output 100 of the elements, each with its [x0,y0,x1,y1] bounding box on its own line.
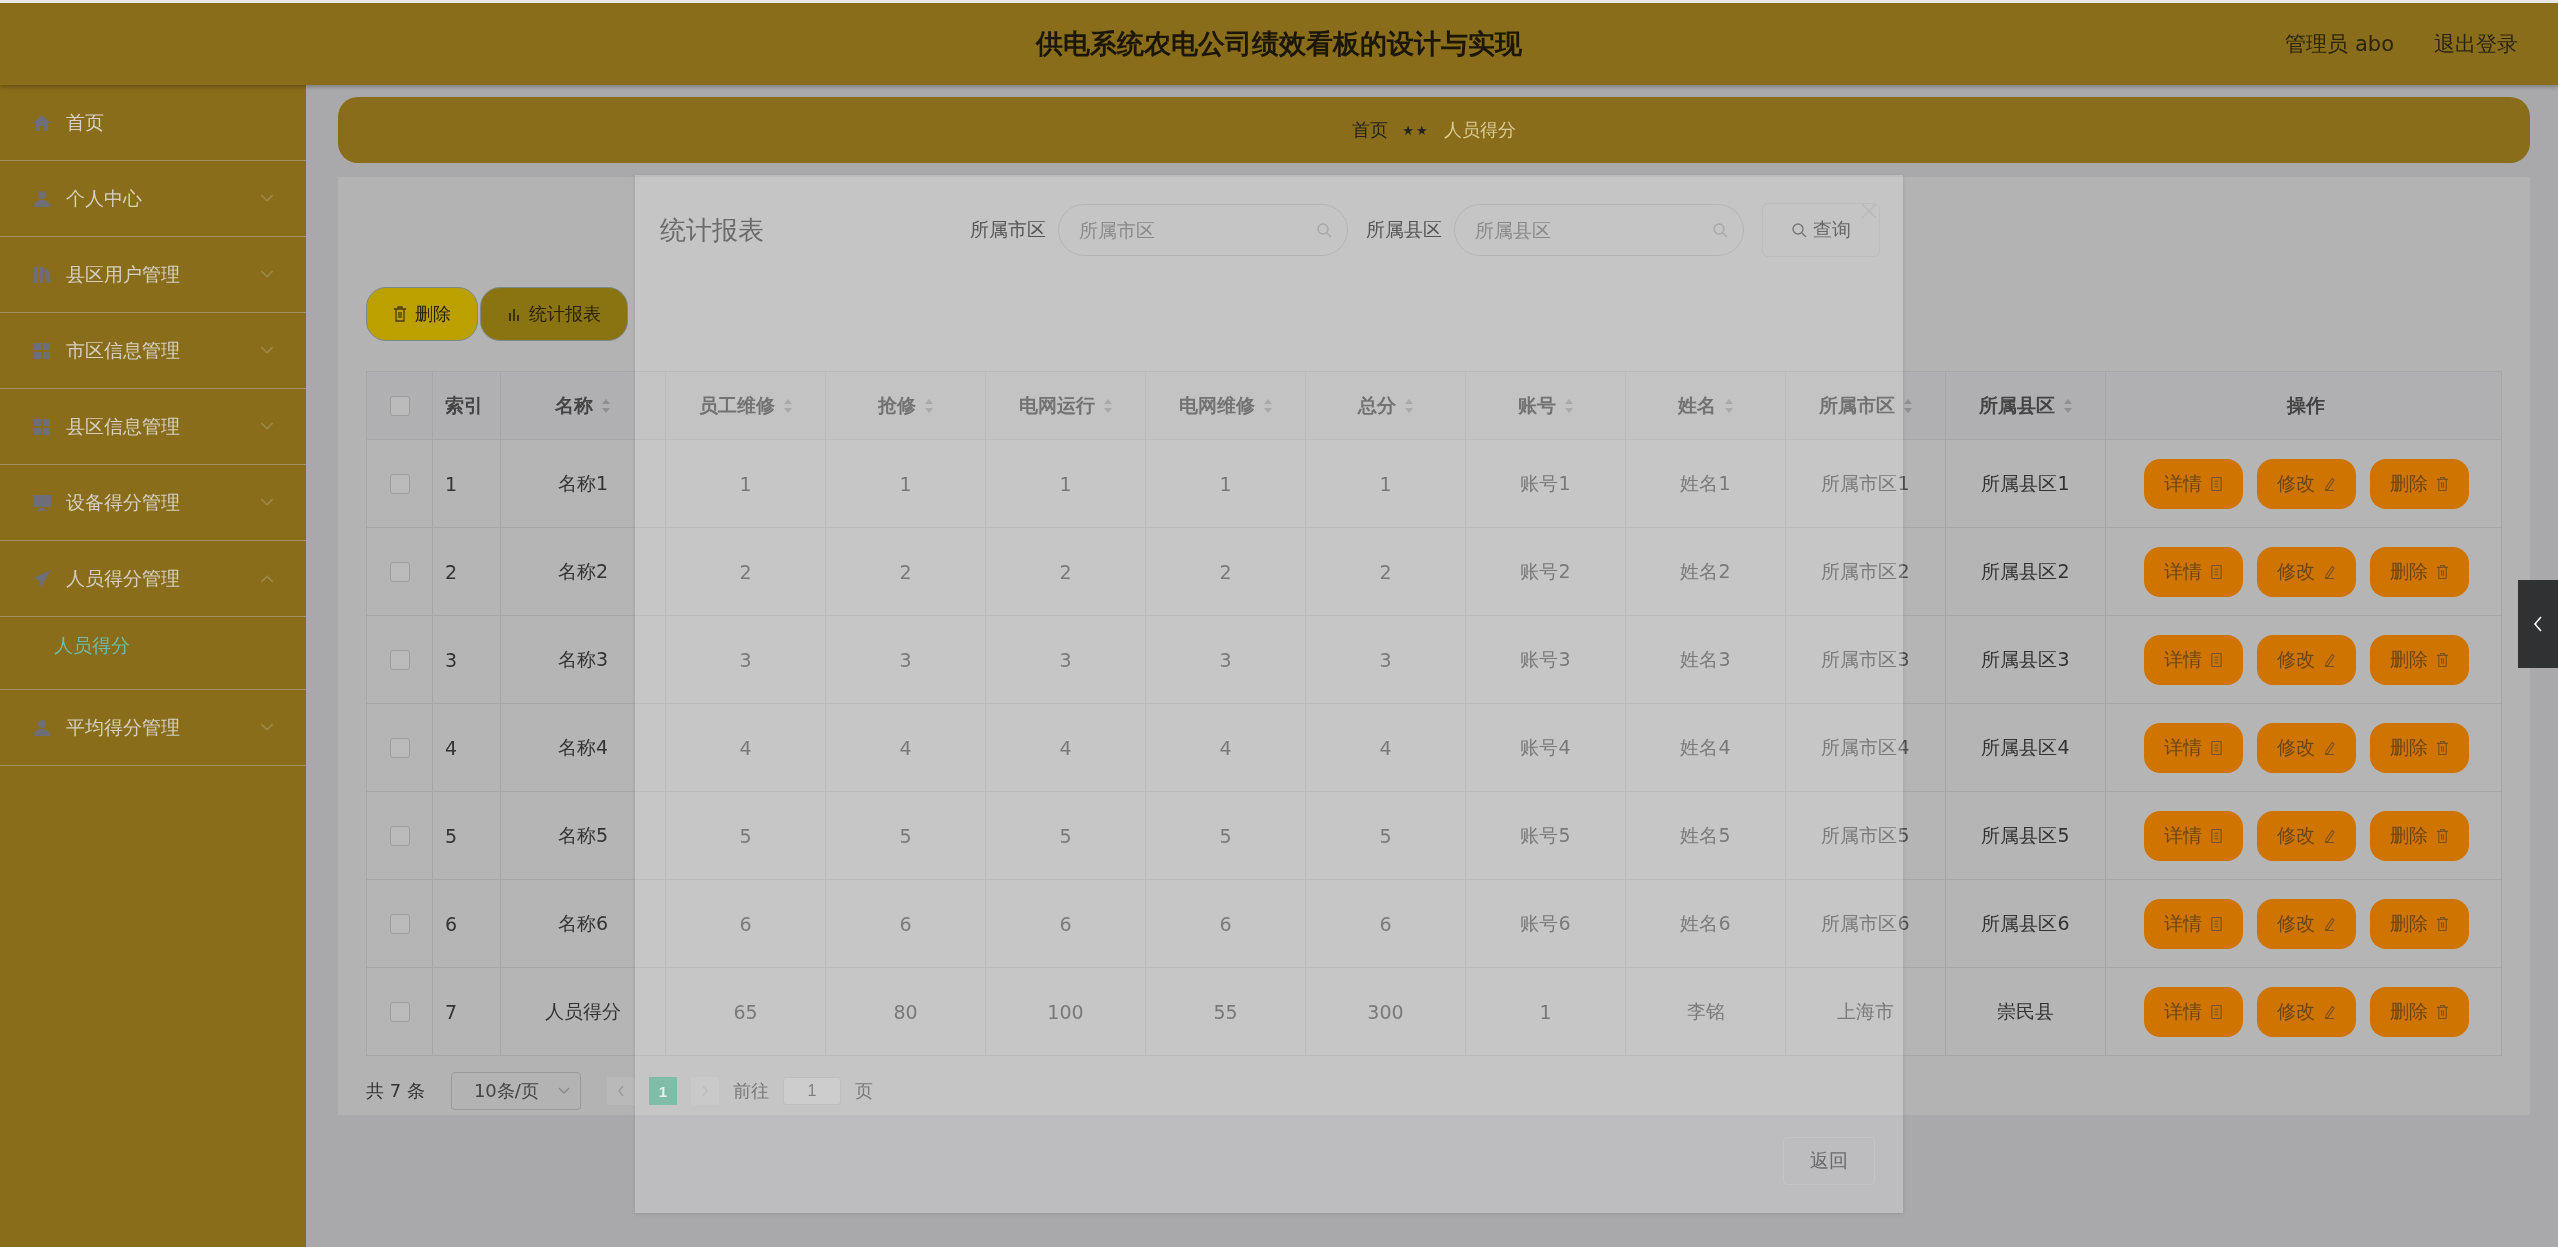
column-header: 姓名 [1677,392,1716,418]
previous-page-button[interactable] [606,1077,635,1105]
row-action-button[interactable]: 详情 [2143,546,2243,597]
sidebar-subitem[interactable]: 人员得分 [0,621,306,671]
back-button[interactable]: 返回 [1783,1137,1875,1185]
row-action-button[interactable]: 修改 [2256,722,2356,773]
pencil-icon [2322,827,2336,844]
side-toggle-button[interactable] [2518,580,2558,668]
table-cell-text: 姓名1 [1680,470,1731,496]
column-header: 索引 [445,392,483,418]
table-cell-text: 所属县区1 [1981,470,2070,496]
sort-icon[interactable] [1563,397,1574,414]
column-header: 所属县区 [1978,392,2055,418]
sort-icon[interactable] [601,397,611,414]
sidebar-item[interactable]: 首页 [0,85,306,161]
row-action-button[interactable]: 详情 [2143,986,2243,1037]
breadcrumb-item[interactable]: 首页 [1352,118,1389,142]
page-input[interactable]: 1 [782,1077,841,1105]
table-cell-text: 所属市区6 [1821,910,1910,936]
search-button[interactable]: 查询 [1762,203,1880,257]
row-action-button[interactable]: 修改 [2256,898,2356,949]
row-action-button[interactable]: 修改 [2256,810,2356,861]
table-cell: 3 [445,648,458,671]
sort-icon[interactable] [2062,397,2073,414]
row-action-button[interactable]: 删除 [2369,634,2469,685]
search-icon [1316,222,1332,238]
chevron-icon [260,270,274,279]
sidebar-item[interactable]: 设备得分管理 [0,465,306,541]
table-cell-text: 名称2 [557,558,609,584]
row-action-button[interactable]: 删除 [2369,986,2469,1037]
table-cell: 5 [739,824,752,847]
table-cell: 100 [1047,1000,1084,1023]
column-header: 名称 [555,392,593,418]
row-action-button[interactable]: 详情 [2143,722,2243,773]
sort-icon[interactable] [1723,397,1734,414]
user-icon [32,717,52,738]
table-cell: 1 [1539,1000,1552,1023]
sidebar-item[interactable]: 县区信息管理 [0,389,306,465]
table-cell-text: 名称4 [557,734,609,760]
row-checkbox[interactable] [389,913,410,934]
select-all-checkbox[interactable] [389,395,410,416]
row-checkbox[interactable] [389,561,410,582]
row-checkbox[interactable] [389,825,410,846]
sidebar-item[interactable]: 人员得分管理 [0,541,306,617]
sidebar-item[interactable]: 市区信息管理 [0,313,306,389]
sidebar-item[interactable]: 个人中心 [0,161,306,237]
row-action-button[interactable]: 详情 [2143,634,2243,685]
table-cell-text: 账号2 [1520,558,1571,584]
row-checkbox[interactable] [389,473,410,494]
table-cell: 1 [899,472,912,495]
document-icon [2209,739,2223,756]
table-cell-text: 所属市区1 [1821,470,1910,496]
page-size-select[interactable]: 10条/页 [450,1072,581,1110]
toolbar-button[interactable]: 统计报表 [480,287,628,341]
table-cell: 5 [899,824,912,847]
sort-icon[interactable] [1102,397,1113,414]
sort-icon[interactable] [782,397,793,414]
row-action-button[interactable]: 删除 [2369,458,2469,509]
sidebar-item[interactable]: 县区用户管理 [0,237,306,313]
chevron-icon [260,723,274,732]
row-action-button[interactable]: 详情 [2143,898,2243,949]
row-action-button[interactable]: 详情 [2143,458,2243,509]
filter-input-field[interactable]: 所属县区 [1454,204,1744,256]
page-number[interactable]: 1 [648,1077,677,1105]
table-cell: 6 [739,912,752,935]
grid-icon [32,340,52,361]
trash-icon [2435,475,2449,492]
toolbar-button[interactable]: 删除 [366,287,478,341]
table-cell: 4 [1379,736,1392,759]
sidebar-item[interactable]: 平均得分管理 [0,690,306,766]
trash-icon [2435,651,2449,668]
row-checkbox[interactable] [389,1001,410,1022]
table-cell-text: 李铭 [1686,998,1725,1024]
row-action-button[interactable]: 删除 [2369,546,2469,597]
table-cell-text: 所属县区6 [1981,910,2070,936]
row-action-button[interactable]: 删除 [2369,810,2469,861]
row-action-button[interactable]: 修改 [2256,546,2356,597]
row-checkbox[interactable] [389,737,410,758]
sort-icon[interactable] [1262,397,1273,414]
table-cell-text: 崇民县 [1997,998,2054,1024]
table-cell: 2 [1379,560,1392,583]
filter-input-field[interactable]: 所属市区 [1058,204,1348,256]
row-action-button[interactable]: 删除 [2369,722,2469,773]
sort-icon[interactable] [1403,397,1414,414]
row-action-button[interactable]: 修改 [2256,634,2356,685]
table-cell: 5 [1059,824,1072,847]
document-icon [2209,563,2223,580]
table-cell-text: 账号4 [1520,734,1571,760]
column-header: 抢修 [877,392,916,418]
row-action-button[interactable]: 详情 [2143,810,2243,861]
row-action-button[interactable]: 删除 [2369,898,2469,949]
table-cell-text: 所属市区4 [1821,734,1910,760]
sort-icon[interactable] [923,397,934,414]
row-action-button[interactable]: 修改 [2256,986,2356,1037]
table-cell: 65 [733,1000,758,1023]
logout-link[interactable]: 退出登录 [2434,30,2518,58]
breadcrumb-item[interactable]: 人员得分 [1443,118,1516,142]
table-cell: 80 [893,1000,918,1023]
row-action-button[interactable]: 修改 [2256,458,2356,509]
row-checkbox[interactable] [389,649,410,670]
